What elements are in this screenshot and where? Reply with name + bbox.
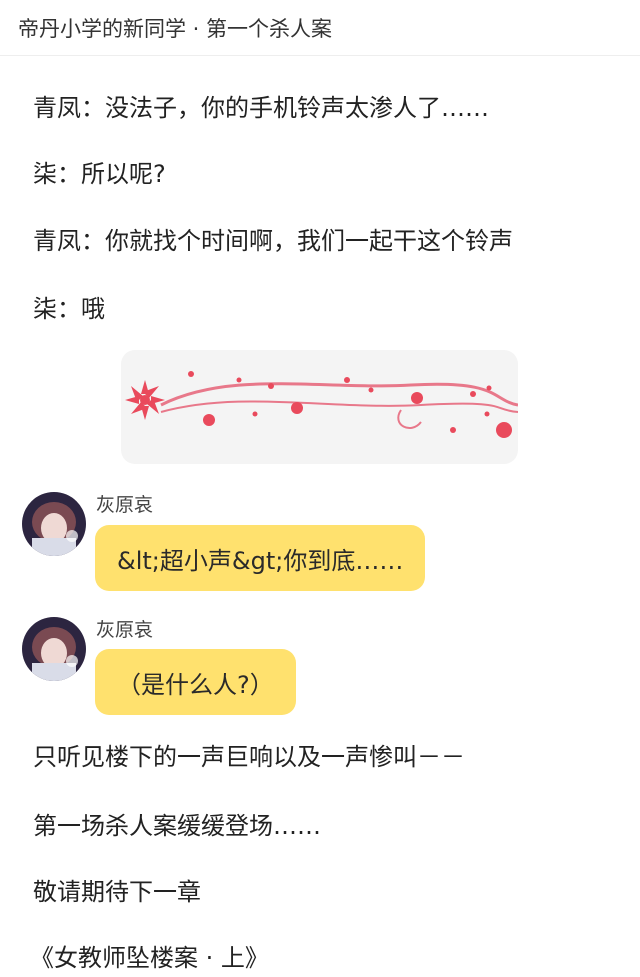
story-line: 柒：所以呢? xyxy=(33,160,166,188)
avatar[interactable] xyxy=(22,492,86,556)
cherry-blossom-divider-icon xyxy=(121,350,518,464)
header-title: 帝丹小学的新同学 · 第一个杀人案 xyxy=(18,16,333,41)
story-line: 柒：哦 xyxy=(33,295,105,323)
avatar-image xyxy=(22,617,86,681)
username: 灰原哀 xyxy=(96,494,154,516)
story-line: 青凤：没法子，你的手机铃声太渗人了…… xyxy=(33,94,489,122)
username: 灰原哀 xyxy=(96,619,154,641)
chat-bubble: &lt;超小声&gt;你到底…… xyxy=(95,525,426,591)
story-line: 敬请期待下一章 xyxy=(33,878,201,906)
story-line: 第一场杀人案缓缓登场…… xyxy=(33,812,321,840)
avatar-image xyxy=(22,492,86,556)
story-line: 只听见楼下的一声巨响以及一声惨叫－－ xyxy=(33,743,465,771)
story-line: 青凤：你就找个时间啊，我们一起干这个铃声 xyxy=(33,227,513,255)
page-header: 帝丹小学的新同学 · 第一个杀人案 xyxy=(0,0,640,56)
cherry-blossom-divider-graphic xyxy=(125,371,518,438)
chapter-title: 《女教师坠楼案 · 上》 xyxy=(30,944,269,972)
chat-bubble: （是什么人?） xyxy=(95,649,296,715)
avatar[interactable] xyxy=(22,617,86,681)
